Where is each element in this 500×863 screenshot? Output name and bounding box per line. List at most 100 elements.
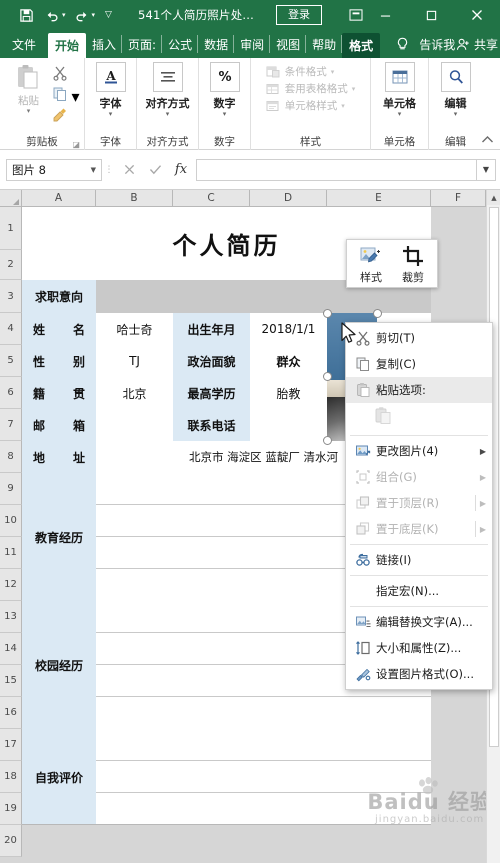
row-header-18[interactable]: 18: [0, 761, 22, 793]
collapse-ribbon-icon[interactable]: [481, 135, 494, 147]
formula-bar-grip[interactable]: ⋮: [102, 165, 116, 175]
copy-button[interactable]: ▾: [52, 86, 80, 106]
tab-formulas[interactable]: 公式: [162, 30, 199, 58]
undo-dropdown-icon[interactable]: ▾: [62, 11, 66, 19]
row-header-20[interactable]: 20: [0, 825, 22, 857]
tab-insert[interactable]: 插入: [86, 30, 123, 58]
cut-button[interactable]: [52, 65, 79, 85]
picture-handle-ne[interactable]: [373, 309, 382, 318]
editing-button[interactable]: 编辑 ▾: [432, 62, 480, 118]
column-header-B[interactable]: B: [96, 190, 173, 207]
confirm-check-icon[interactable]: [142, 159, 168, 181]
cell-row19[interactable]: [96, 793, 431, 825]
cell-B7-value[interactable]: [96, 409, 173, 441]
row-header-16[interactable]: 16: [0, 697, 22, 729]
undo-icon[interactable]: [40, 3, 64, 27]
row-header-8[interactable]: 8: [0, 441, 22, 473]
tab-data[interactable]: 数据: [198, 30, 235, 58]
cells-button[interactable]: 单元格 ▾: [376, 62, 424, 118]
format-as-table-button[interactable]: 套用表格格式 ▾: [266, 81, 356, 96]
fx-icon[interactable]: fx: [168, 159, 194, 181]
tell-me-box[interactable]: 告诉我: [380, 30, 455, 58]
picture-handle-nw[interactable]: [323, 309, 332, 318]
maximize-button[interactable]: [408, 0, 454, 30]
context-menu-item-copy[interactable]: 复制(C): [346, 351, 492, 377]
alignment-dropdown-icon[interactable]: ▾: [166, 111, 170, 118]
chevron-down-icon[interactable]: ▾: [341, 102, 345, 110]
number-dropdown-icon[interactable]: ▾: [223, 111, 227, 118]
cell-section-education[interactable]: 教育经历: [22, 473, 96, 601]
row-header-4[interactable]: 4: [0, 313, 22, 345]
context-menu-item-assign-macro[interactable]: 指定宏(N)...: [346, 578, 492, 604]
row-header-9[interactable]: 9: [0, 473, 22, 505]
row-header-5[interactable]: 5: [0, 345, 22, 377]
cell-B4-value[interactable]: 哈士奇: [96, 313, 173, 345]
column-header-A[interactable]: A: [22, 190, 96, 207]
save-icon[interactable]: [14, 3, 38, 27]
editing-dropdown-icon[interactable]: ▾: [454, 111, 458, 118]
column-header-C[interactable]: C: [173, 190, 250, 207]
cell-D4-value[interactable]: 2018/1/1: [250, 313, 327, 345]
signin-button[interactable]: 登录: [275, 5, 322, 25]
paste-dropdown-icon[interactable]: ▾: [27, 108, 31, 115]
cell-A3-label[interactable]: 求职意向: [22, 280, 96, 313]
row-header-2[interactable]: 2: [0, 250, 22, 280]
share-button[interactable]: 共享: [456, 30, 500, 58]
context-menu-item-link[interactable]: 链接(I): [346, 547, 492, 573]
cell-A8-label[interactable]: 地 址: [22, 441, 96, 473]
customize-qat-icon[interactable]: ▽: [105, 10, 112, 20]
paste-button[interactable]: 粘贴 ▾: [6, 62, 50, 115]
clipboard-dialog-launcher[interactable]: ◪: [72, 140, 80, 149]
formula-expand-icon[interactable]: ▼: [476, 158, 496, 181]
cell-row16[interactable]: [96, 697, 431, 729]
context-menu-item-cut[interactable]: 剪切(T): [346, 325, 492, 351]
tab-help[interactable]: 帮助: [306, 30, 343, 58]
tab-review[interactable]: 审阅: [234, 30, 271, 58]
cell-C5-label[interactable]: 政治面貌: [173, 345, 250, 377]
tab-format[interactable]: 格式: [342, 33, 381, 58]
chevron-down-icon[interactable]: ▾: [352, 85, 356, 93]
format-painter-button[interactable]: [52, 107, 79, 127]
cell-A5-label[interactable]: 性 别: [22, 345, 96, 377]
context-menu-item-edit-alt-text[interactable]: 编辑替换文字(A)...: [346, 609, 492, 635]
cell-C6-label[interactable]: 最高学历: [173, 377, 250, 409]
context-menu-item-format-picture[interactable]: 设置图片格式(O)...: [346, 661, 492, 687]
font-dropdown-icon[interactable]: ▾: [109, 111, 113, 118]
conditional-formatting-button[interactable]: 条件格式 ▾: [266, 64, 356, 79]
column-header-D[interactable]: D: [250, 190, 327, 207]
name-box[interactable]: 图片 8 ▼: [6, 158, 102, 181]
picture-handle-w[interactable]: [323, 372, 332, 381]
mini-toolbar-crop-button[interactable]: 裁剪: [392, 244, 434, 285]
tab-home[interactable]: 开始: [48, 33, 87, 58]
alignment-button[interactable]: 对齐方式 ▾: [144, 62, 192, 118]
row-header-14[interactable]: 14: [0, 633, 22, 665]
cell-C4-label[interactable]: 出生年月: [173, 313, 250, 345]
redo-dropdown-icon[interactable]: ▾: [92, 11, 96, 19]
row-header-6[interactable]: 6: [0, 377, 22, 409]
picture-handle-sw[interactable]: [323, 436, 332, 445]
cell-C7-label[interactable]: 联系电话: [173, 409, 250, 441]
cell-row17[interactable]: [96, 729, 431, 761]
tab-view[interactable]: 视图: [270, 30, 307, 58]
font-button[interactable]: A 字体 ▾: [87, 62, 135, 118]
copy-dropdown-icon[interactable]: ▾: [71, 87, 79, 106]
cell-D5-value[interactable]: 群众: [250, 345, 327, 377]
cell-B5-value[interactable]: TJ: [96, 345, 173, 377]
close-button[interactable]: [454, 0, 500, 30]
cell-A6-label[interactable]: 籍 贯: [22, 377, 96, 409]
minimize-button[interactable]: [362, 0, 408, 30]
cell-A4-label[interactable]: 姓 名: [22, 313, 96, 345]
column-header-E[interactable]: E: [327, 190, 431, 207]
context-menu-item-size-properties[interactable]: 大小和属性(Z)...: [346, 635, 492, 661]
row-header-3[interactable]: 3: [0, 280, 22, 313]
row-header-17[interactable]: 17: [0, 729, 22, 761]
row-header-7[interactable]: 7: [0, 409, 22, 441]
cells-dropdown-icon[interactable]: ▾: [398, 111, 402, 118]
cancel-x-icon[interactable]: [116, 159, 142, 181]
cell-B6-value[interactable]: 北京: [96, 377, 173, 409]
column-header-F[interactable]: F: [431, 190, 486, 207]
cell-styles-button[interactable]: 单元格样式 ▾: [266, 98, 356, 113]
cell-section-campus[interactable]: 校园经历: [22, 601, 96, 729]
cell-section-selfeval[interactable]: 自我评价: [22, 729, 96, 825]
tab-file[interactable]: 文件: [0, 30, 48, 58]
